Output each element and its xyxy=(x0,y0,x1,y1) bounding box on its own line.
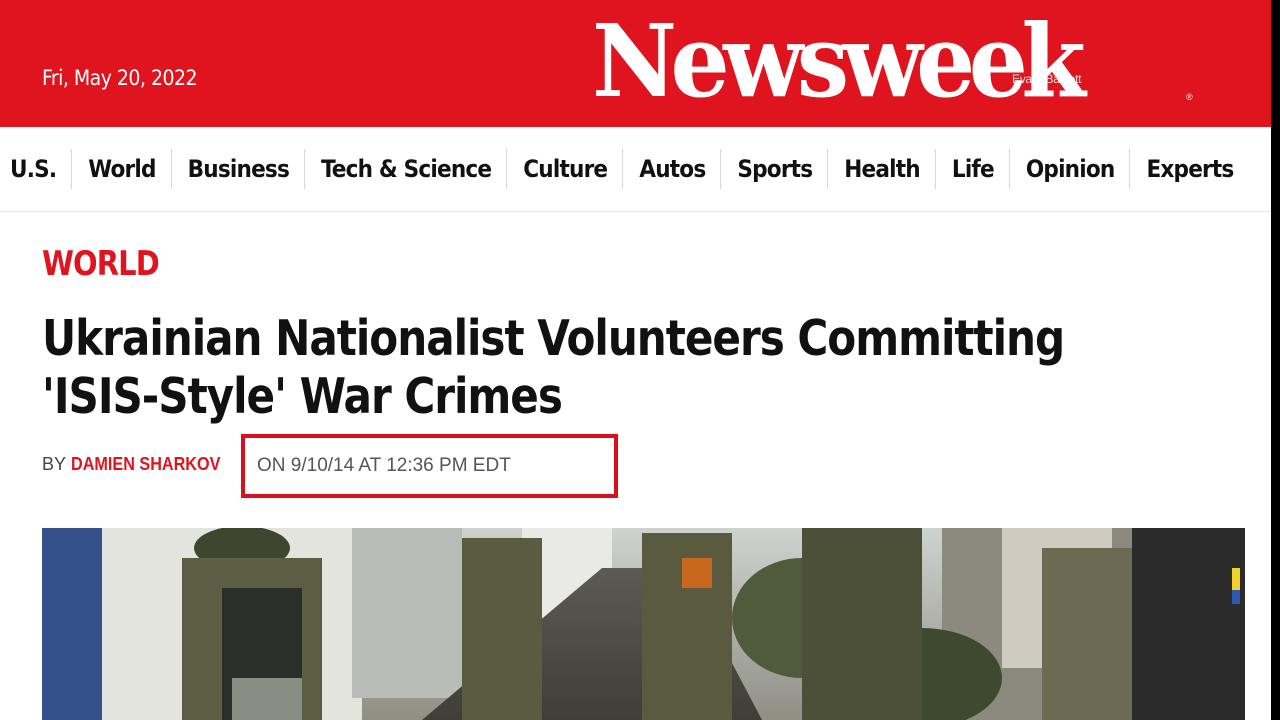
nav-item-sports[interactable]: Sports xyxy=(720,149,827,189)
byline-prefix: BY xyxy=(42,454,71,474)
article-headline: Ukrainian Nationalist Volunteers Committ… xyxy=(42,310,1065,425)
dateline-highlight-box xyxy=(241,434,618,498)
nav-item-culture[interactable]: Culture xyxy=(506,149,622,189)
author-link[interactable]: DAMIEN SHARKOV xyxy=(71,454,220,475)
section-label[interactable]: WORLD xyxy=(42,244,160,284)
video-watermark: Eva K Bartlett xyxy=(1012,72,1082,86)
nav-item-us[interactable]: U.S. xyxy=(0,149,71,189)
nav-item-health[interactable]: Health xyxy=(827,149,935,189)
nav-item-life[interactable]: Life xyxy=(934,149,1009,189)
nav-item-business[interactable]: Business xyxy=(170,149,304,189)
nav-item-world[interactable]: World xyxy=(71,149,170,189)
header-date: Fri, May 20, 2022 xyxy=(42,66,198,90)
article-hero-photo xyxy=(42,528,1245,720)
newsweek-logo[interactable]: Newsweek xyxy=(592,2,1086,120)
nav-item-experts[interactable]: Experts xyxy=(1129,149,1248,189)
nav-list: U.S. World Business Tech & Science Cultu… xyxy=(0,149,1248,189)
newsweek-page: Fri, May 20, 2022 Newsweek ® Eva K Bartl… xyxy=(0,0,1271,720)
main-nav: U.S. World Business Tech & Science Cultu… xyxy=(0,127,1271,212)
byline: BY DAMIEN SHARKOV xyxy=(42,454,237,475)
nav-item-tech-science[interactable]: Tech & Science xyxy=(304,149,506,189)
masthead: Fri, May 20, 2022 Newsweek ® Eva K Bartl… xyxy=(0,0,1271,127)
registered-mark: ® xyxy=(1186,92,1193,102)
nav-item-autos[interactable]: Autos xyxy=(622,149,720,189)
photo-illustration xyxy=(42,528,1245,720)
nav-item-opinion[interactable]: Opinion xyxy=(1008,149,1130,189)
